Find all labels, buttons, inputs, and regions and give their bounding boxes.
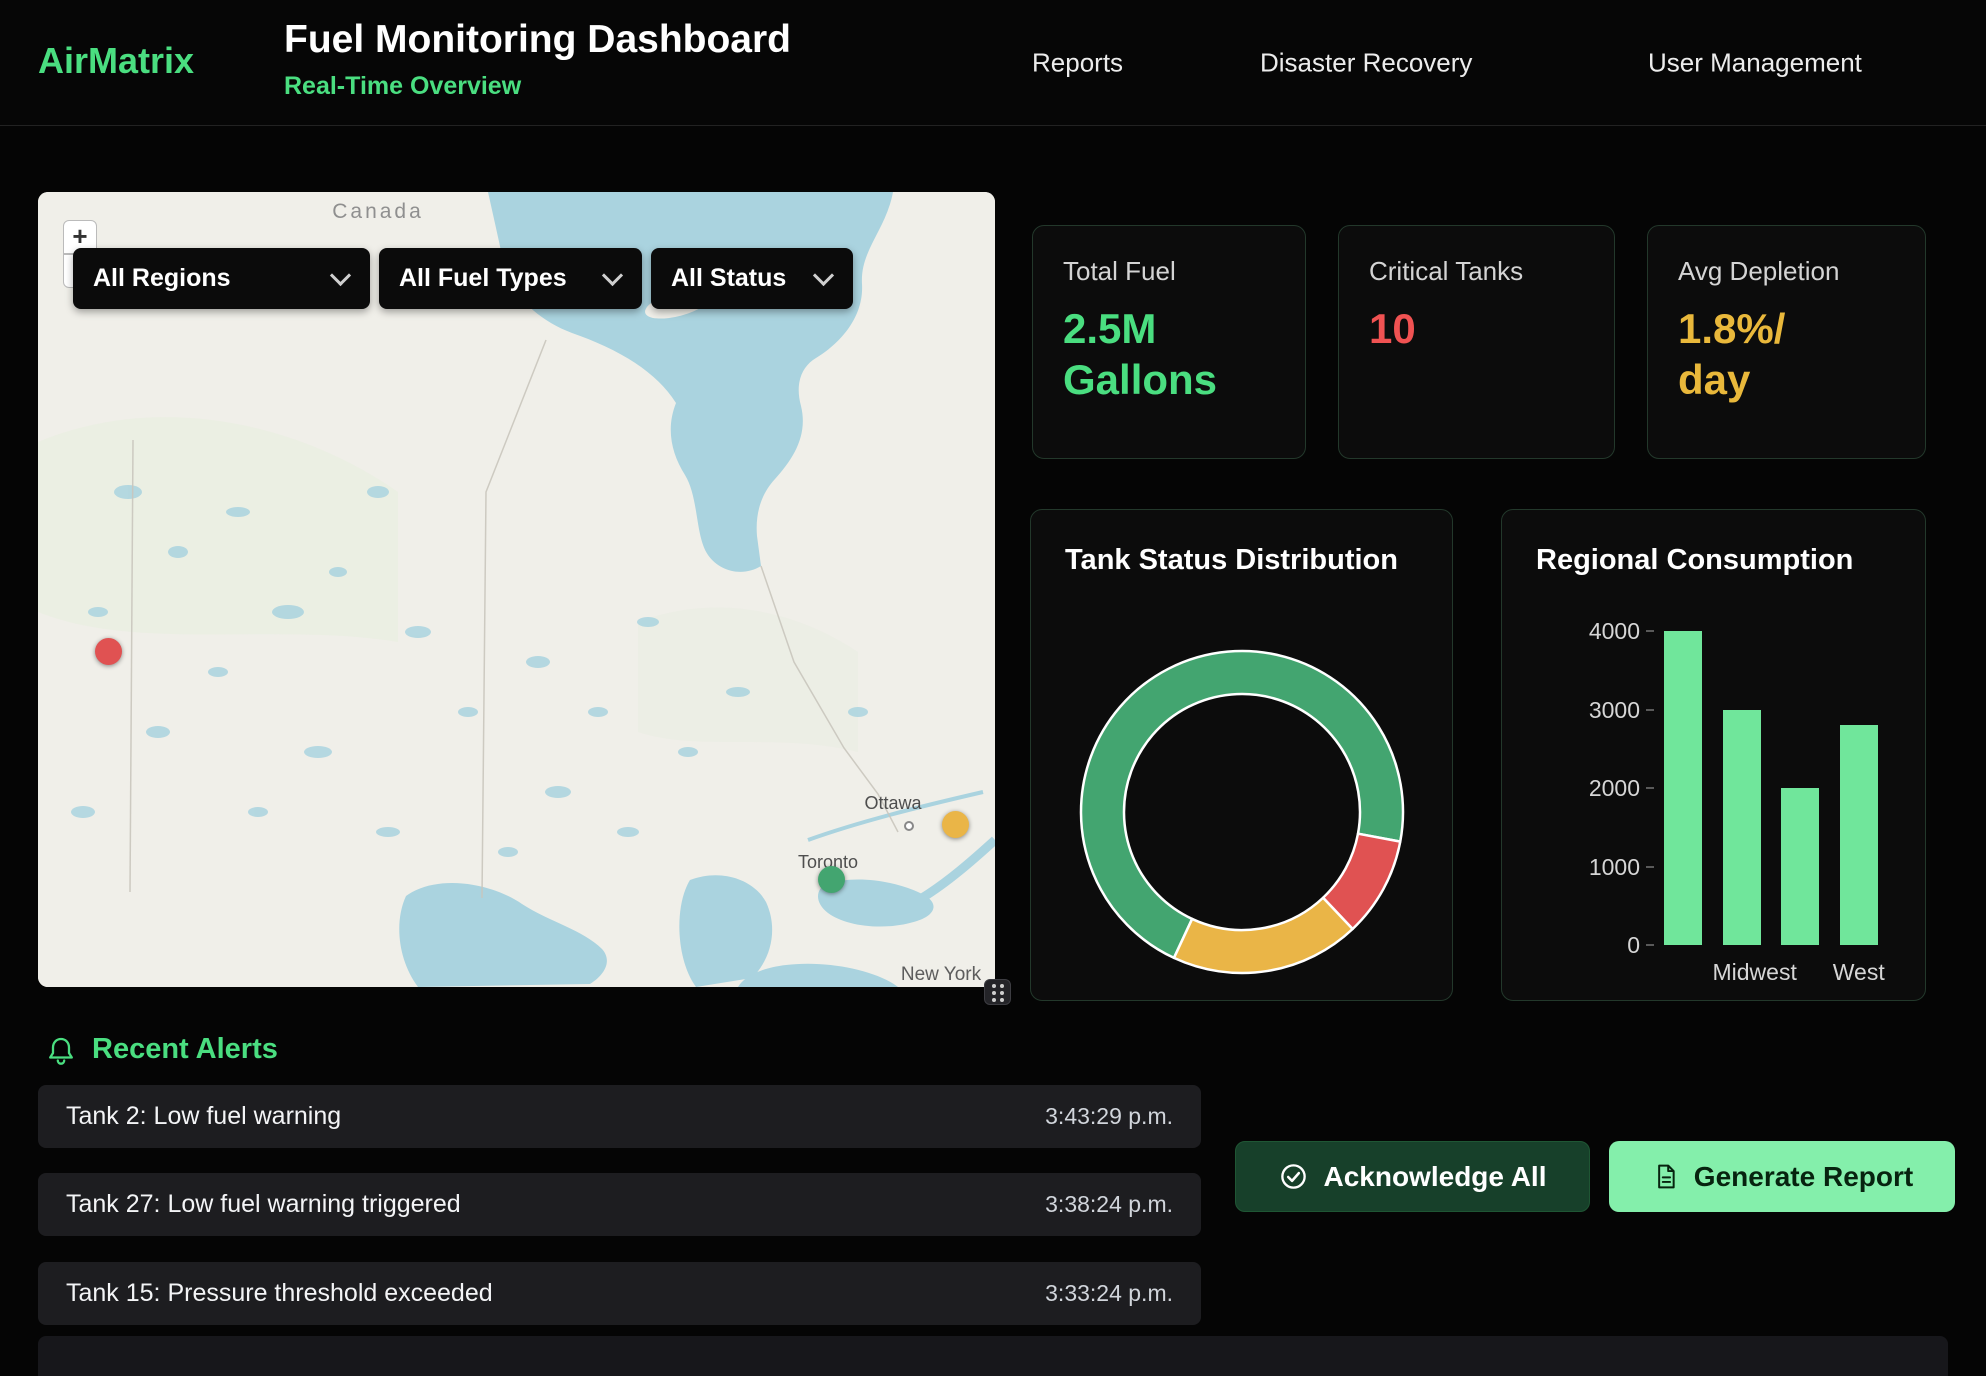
stat-value-line: day [1678,354,1895,405]
regions-filter-value: All Regions [93,264,231,293]
status-filter-value: All Status [671,264,786,293]
fuel-type-filter-dropdown[interactable]: All Fuel Types [379,248,642,309]
x-axis-tick-label: West [1830,959,1889,986]
generate-report-button[interactable]: Generate Report [1609,1141,1955,1212]
x-axis-tick-label: Midwest [1713,959,1772,986]
y-axis-tick-label: 1000 [1502,854,1640,880]
tank-marker-critical[interactable] [95,638,122,665]
chevron-down-icon [813,265,834,286]
alerts-title: Recent Alerts [92,1033,278,1066]
tank-marker-normal[interactable] [818,866,845,893]
y-axis-tick-label: 0 [1502,932,1640,958]
consumption-bar-2 [1781,788,1819,945]
bottom-panel-edge [38,1336,1948,1376]
nav-user-management[interactable]: User Management [1648,47,1862,78]
alert-row[interactable]: Tank 15: Pressure threshold exceeded 3:3… [38,1262,1201,1325]
status-filter-dropdown[interactable]: All Status [651,248,853,309]
map-filter-bar: All Regions All Fuel Types All Status [73,248,853,309]
y-axis-tick-mark [1646,630,1654,632]
alert-message: Tank 2: Low fuel warning [66,1102,341,1131]
brand-logo: AirMatrix [38,40,194,82]
stat-card-total-fuel: Total Fuel 2.5M Gallons [1032,225,1306,459]
ottawa-city-dot [904,821,914,831]
recent-alerts-section: Recent Alerts Tank 2: Low fuel warning 3… [0,1001,1986,1376]
alerts-header: Recent Alerts [45,1033,278,1066]
nav-disaster-recovery[interactable]: Disaster Recovery [1260,47,1472,78]
acknowledge-all-label: Acknowledge All [1323,1161,1546,1193]
stat-value-line: 1.8%/ [1678,303,1895,354]
tank-marker-warning[interactable] [942,811,969,838]
alert-message: Tank 15: Pressure threshold exceeded [66,1279,493,1308]
map-terrain [38,192,995,987]
y-axis-tick-label: 3000 [1502,697,1640,723]
alert-time: 3:33:24 p.m. [1045,1280,1173,1307]
map-canvas[interactable]: Canada Ottawa Toronto New York + − All R… [38,192,995,987]
stat-label: Total Fuel [1063,256,1275,287]
consumption-bar-1 [1723,710,1761,946]
alert-row[interactable]: Tank 27: Low fuel warning triggered 3:38… [38,1173,1201,1236]
y-axis-tick-label: 4000 [1502,618,1640,644]
chart-title: Tank Status Distribution [1065,544,1398,577]
tank-status-donut-chart [1031,642,1454,987]
y-axis-tick-mark [1646,944,1654,946]
stat-value-line: 2.5M [1063,303,1275,354]
chevron-down-icon [602,265,623,286]
fuel-monitoring-dashboard: AirMatrix Fuel Monitoring Dashboard Real… [0,0,1986,1376]
generate-report-label: Generate Report [1694,1161,1913,1193]
resize-grip-handle[interactable] [984,979,1011,1005]
y-axis-tick-label: 2000 [1502,775,1640,801]
alert-row[interactable]: Tank 2: Low fuel warning 3:43:29 p.m. [38,1085,1201,1148]
alert-time: 3:43:29 p.m. [1045,1103,1173,1130]
regional-consumption-card: Regional Consumption 01000200030004000Mi… [1501,509,1926,1001]
stat-value-total-fuel: 2.5M Gallons [1063,303,1275,405]
tank-status-distribution-card: Tank Status Distribution [1030,509,1453,1001]
consumption-bar-3 [1840,725,1878,945]
stat-value-avg-depletion: 1.8%/ day [1678,303,1895,405]
y-axis-tick-mark [1646,866,1654,868]
alert-message: Tank 27: Low fuel warning triggered [66,1190,461,1219]
stat-label: Avg Depletion [1678,256,1895,287]
fuel-type-filter-value: All Fuel Types [399,264,567,293]
regions-filter-dropdown[interactable]: All Regions [73,248,370,309]
stat-value-critical-tanks: 10 [1369,303,1584,354]
y-axis-tick-mark [1646,787,1654,789]
acknowledge-all-button[interactable]: Acknowledge All [1235,1141,1590,1212]
document-icon [1651,1162,1680,1191]
y-axis-tick-mark [1646,709,1654,711]
app-header: AirMatrix Fuel Monitoring Dashboard Real… [0,0,1986,126]
chevron-down-icon [330,265,351,286]
alert-time: 3:38:24 p.m. [1045,1191,1173,1218]
consumption-bar-0 [1664,631,1702,945]
stat-card-avg-depletion: Avg Depletion 1.8%/ day [1647,225,1926,459]
regional-consumption-bar-chart: 0 1000 2000 3000 4000 Midwest West [1502,510,1925,1000]
stat-card-critical-tanks: Critical Tanks 10 [1338,225,1615,459]
stat-value-line: 10 [1369,303,1584,354]
check-circle-icon [1278,1161,1309,1192]
page-subtitle: Real-Time Overview [284,72,521,101]
donut-segment-warning [1174,898,1353,973]
stat-value-line: Gallons [1063,354,1275,405]
nav-reports[interactable]: Reports [1032,47,1123,78]
page-title: Fuel Monitoring Dashboard [284,18,791,62]
stat-label: Critical Tanks [1369,256,1584,287]
bell-icon [45,1034,77,1066]
grip-dots-icon [992,984,996,988]
